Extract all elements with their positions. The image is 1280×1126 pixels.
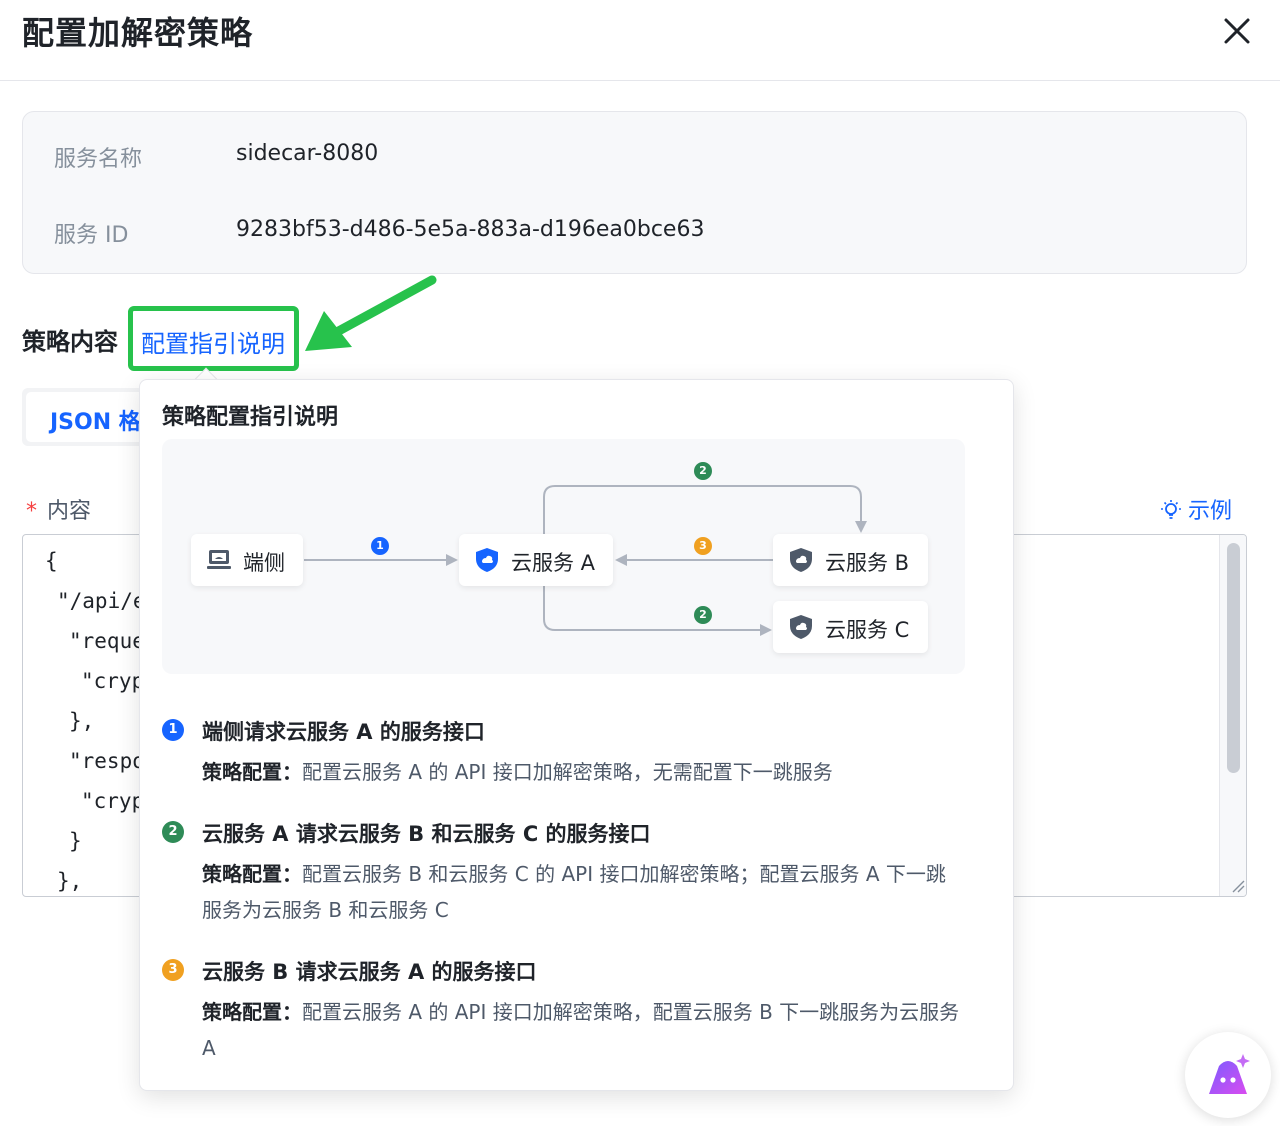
code-line: { [45, 549, 58, 573]
close-icon[interactable] [1218, 12, 1256, 50]
step-title: 云服务 A 请求云服务 B 和云服务 C 的服务接口 [202, 822, 651, 846]
service-id-value: 9283bf53-d486-5e5a-883a-d196ea0bce63 [236, 217, 705, 242]
required-mark: * [26, 499, 37, 524]
example-link-label: 示例 [1188, 499, 1233, 524]
step-description: 策略配置：配置云服务 B 和云服务 C 的 API 接口加解密策略；配置云服务 … [202, 856, 962, 928]
laptop-icon [207, 550, 231, 569]
node-service-c-label: 云服务 C [825, 618, 910, 642]
step-desc-key: 策略配置： [202, 1000, 302, 1024]
code-line: "respo [69, 749, 145, 773]
highlight-arrow-icon [305, 275, 437, 351]
dialog-header: 配置加解密策略 [0, 0, 1280, 81]
resize-handle-icon[interactable] [1231, 879, 1245, 893]
node-service-c: 云服务 C [773, 601, 928, 653]
content-field-label: * 内容 [26, 493, 91, 525]
shield-icon [790, 615, 812, 639]
guide-link-highlight: 配置指引说明 [128, 306, 299, 371]
step-desc-text: 配置云服务 A 的 API 接口加解密策略，配置云服务 B 下一跳服务为云服务 … [202, 1000, 960, 1060]
step-description: 策略配置：配置云服务 A 的 API 接口加解密策略，无需配置下一跳服务 [202, 754, 962, 790]
content-label-text: 内容 [47, 499, 92, 524]
service-name-value: sidecar-8080 [236, 141, 379, 166]
node-client: 端侧 [191, 534, 303, 586]
step-desc-key: 策略配置： [202, 760, 302, 784]
service-name-label: 服务名称 [54, 147, 143, 172]
code-line: } [69, 829, 82, 853]
example-link[interactable]: 示例 [1160, 493, 1232, 525]
node-service-b: 云服务 B [773, 534, 928, 586]
edge-badge-2: 2 [694, 606, 712, 624]
edge-badge-3: 3 [694, 537, 712, 555]
ai-assistant-button[interactable] [1185, 1032, 1271, 1118]
step-desc-text: 配置云服务 B 和云服务 C 的 API 接口加解密策略；配置云服务 A 下一跳… [202, 862, 946, 922]
scrollbar-thumb[interactable] [1227, 543, 1240, 773]
popover-title: 策略配置指引说明 [162, 405, 339, 430]
config-guide-link[interactable]: 配置指引说明 [141, 324, 285, 359]
shield-icon [476, 548, 498, 572]
node-service-a: 云服务 A [459, 534, 613, 586]
node-service-a-label: 云服务 A [511, 551, 596, 575]
node-client-label: 端侧 [243, 551, 285, 575]
step-desc-text: 配置云服务 A 的 API 接口加解密策略，无需配置下一跳服务 [302, 760, 833, 784]
step-number-badge: 2 [162, 821, 184, 843]
assistant-mascot-icon [1209, 1054, 1250, 1094]
edge-badge-2: 2 [694, 462, 712, 480]
code-line: }, [69, 709, 95, 733]
tab-json-label: JSON 格 [50, 410, 141, 435]
node-service-b-label: 云服务 B [825, 551, 910, 575]
step-title: 云服务 B 请求云服务 A 的服务接口 [202, 960, 537, 984]
step-title: 端侧请求云服务 A 的服务接口 [202, 720, 485, 744]
editor-scrollbar[interactable] [1219, 535, 1246, 896]
edge-badge-1: 1 [371, 537, 389, 555]
code-line: }, [57, 869, 83, 893]
step-desc-key: 策略配置： [202, 862, 302, 886]
step-number-badge: 1 [162, 719, 184, 741]
guide-popover: 策略配置指引说明 1 2 3 2 端侧 云服务 A 云服务 B 云服务 C 1 … [139, 379, 1014, 1091]
policy-content-label: 策略内容 [22, 328, 118, 356]
flow-diagram: 1 2 3 2 端侧 云服务 A 云服务 B 云服务 C [162, 439, 965, 674]
shield-icon [790, 548, 812, 572]
step-description: 策略配置：配置云服务 A 的 API 接口加解密策略，配置云服务 B 下一跳服务… [202, 994, 962, 1066]
dialog-title: 配置加解密策略 [22, 14, 254, 52]
bulb-icon [1161, 500, 1181, 519]
service-id-label: 服务 ID [54, 223, 129, 248]
service-info-panel: 服务名称 sidecar-8080 服务 ID 9283bf53-d486-5e… [22, 111, 1247, 274]
step-number-badge: 3 [162, 959, 184, 981]
